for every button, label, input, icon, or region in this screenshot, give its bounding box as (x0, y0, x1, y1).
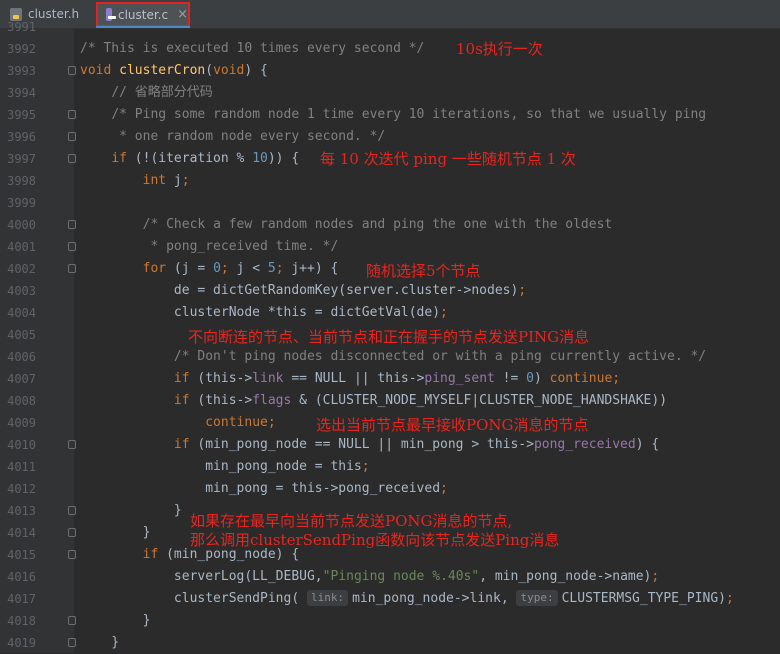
line-number[interactable]: 4011 (0, 456, 36, 478)
fold-marker-icon[interactable] (68, 506, 76, 515)
code-line[interactable]: 4012 min_pong = this->pong_received; (0, 478, 780, 500)
code-text: } (80, 525, 151, 540)
code-line[interactable]: 4007 if (this->link == NULL || this->pin… (0, 368, 780, 390)
code-line[interactable]: 3992 /* This is executed 10 times every s… (0, 38, 780, 60)
code-text: if (this->link == NULL || this->ping_sen… (173, 371, 621, 386)
code-text: if (this->flags & (CLUSTER_NODE_MYSELF|C… (173, 393, 668, 408)
annotation-send-ping: 那么调用clusterSendPing函数向该节点发送Ping消息 (190, 531, 560, 549)
code-line[interactable]: 3999 (0, 192, 780, 214)
line-number[interactable]: 4006 (0, 346, 36, 368)
code-text: void clusterCron(void) { (80, 63, 268, 78)
line-number[interactable]: 3997 (0, 148, 36, 170)
code-line[interactable]: 3994 // 省略部分代码 (0, 82, 780, 104)
annotation-if-node-exists: 如果存在最早向当前节点发送PONG消息的节点, (190, 512, 513, 530)
code-text: clusterNode *this = dictGetVal(de); (80, 305, 448, 320)
line-number[interactable]: 3998 (0, 170, 36, 192)
line-number[interactable]: 4001 (0, 236, 36, 258)
line-number[interactable]: 3995 (0, 104, 36, 126)
code-text: min_pong_node = this; (80, 459, 370, 474)
code-line[interactable]: 3998 int j; (0, 170, 780, 192)
line-number[interactable]: 4013 (0, 500, 36, 522)
line-number[interactable]: 4004 (0, 302, 36, 324)
code-text: } (80, 613, 151, 628)
fold-marker-icon[interactable] (68, 616, 76, 625)
code-text: for (j = 0; j < 5; j++) { (142, 261, 339, 276)
code-text: if (!(iteration % 10)) { (111, 151, 300, 166)
line-number[interactable]: 3996 (0, 126, 36, 148)
code-text: serverLog(LL_DEBUG,"Pinging node %.40s",… (80, 569, 660, 584)
code-line[interactable]: 3993 void clusterCron(void) { (0, 60, 780, 82)
fold-marker-icon[interactable] (68, 528, 76, 537)
line-number[interactable]: 4010 (0, 434, 36, 456)
code-line[interactable]: 4001 * pong_received time. */ (0, 236, 780, 258)
fold-marker-icon[interactable] (68, 110, 76, 119)
line-number[interactable]: 4016 (0, 566, 36, 588)
code-text: if (min_pong_node == NULL || min_pong > … (173, 437, 660, 452)
line-number[interactable]: 4009 (0, 412, 36, 434)
fold-marker-icon[interactable] (68, 638, 76, 647)
code-text: /* Don't ping nodes disconnected or with… (173, 349, 707, 364)
code-text: clusterSendPing( link: min_pong_node->lin… (80, 590, 734, 606)
fold-marker-icon[interactable] (68, 132, 76, 141)
fold-marker-icon[interactable] (68, 264, 76, 273)
line-number[interactable]: 4014 (0, 522, 36, 544)
line-number[interactable]: 4017 (0, 588, 36, 610)
code-line[interactable]: 4016 serverLog(LL_DEBUG,"Pinging node %.… (0, 566, 780, 588)
fold-marker-icon[interactable] (68, 242, 76, 251)
line-number[interactable]: 4008 (0, 390, 36, 412)
code-line[interactable]: 4010 if (min_pong_node == NULL || min_po… (0, 434, 780, 456)
annotation-pick-5-random-nodes: 随机选择5个节点 (366, 262, 481, 280)
code-text: min_pong = this->pong_received; (80, 481, 448, 496)
code-text: * pong_received time. */ (80, 239, 339, 254)
code-line[interactable]: 4006 /* Don't ping nodes disconnected or… (0, 346, 780, 368)
code-line[interactable]: 4008 if (this->flags & (CLUSTER_NODE_MYS… (0, 390, 780, 412)
code-line[interactable]: 4017 clusterSendPing( link: min_pong_node… (0, 588, 780, 610)
annotation-skip-nodes: 不向断连的节点、当前节点和正在握手的节点发送PING消息 (188, 328, 590, 346)
line-number[interactable]: 3993 (0, 60, 36, 82)
line-number[interactable]: 4007 (0, 368, 36, 390)
line-number[interactable]: 3999 (0, 192, 36, 214)
line-number[interactable]: 4015 (0, 544, 36, 566)
code-text: /* Check a few random nodes and ping the… (142, 217, 613, 232)
code-text: } (80, 503, 182, 518)
annotation-oldest-pong-node: 选出当前节点最早接收PONG消息的节点 (316, 416, 589, 434)
line-number[interactable]: 4002 (0, 258, 36, 280)
code-line[interactable]: 3996 * one random node every second. */ (0, 126, 780, 148)
line-number: 3991 (7, 20, 36, 34)
code-line[interactable]: 4004 clusterNode *this = dictGetVal(de); (0, 302, 780, 324)
fold-marker-icon[interactable] (68, 440, 76, 449)
fold-marker-icon[interactable] (68, 154, 76, 163)
code-text: * one random node every second. */ (80, 129, 386, 144)
line-number[interactable]: 4019 (0, 632, 36, 654)
code-text: // 省略部分代码 (111, 85, 213, 100)
fold-marker-icon[interactable] (68, 220, 76, 229)
code-line[interactable]: 4019 } (0, 632, 780, 654)
line-number[interactable]: 4000 (0, 214, 36, 236)
code-text: continue; (205, 415, 276, 430)
code-line[interactable]: 4000 /* Check a few random nodes and pin… (0, 214, 780, 236)
line-number[interactable]: 3992 (0, 38, 36, 60)
line-number[interactable]: 4012 (0, 478, 36, 500)
annotation-ping-every-10-iterations: 每 10 次迭代 ping 一些随机节点 1 次 (320, 150, 576, 168)
fold-marker-icon[interactable] (68, 66, 76, 75)
line-number[interactable]: 4018 (0, 610, 36, 632)
fold-marker-icon[interactable] (68, 550, 76, 559)
code-line[interactable]: 3995 /* Ping some random node 1 time eve… (0, 104, 780, 126)
partial-line: 3991 (0, 16, 780, 38)
line-number[interactable]: 4005 (0, 324, 36, 346)
code-text: } (80, 635, 120, 650)
code-text: /* Ping some random node 1 time every 10… (111, 107, 707, 122)
annotation-executed-every-10s: 10s执行一次 (456, 40, 543, 58)
code-line[interactable]: 4003 de = dictGetRandomKey(server.cluste… (0, 280, 780, 302)
code-text: int j; (142, 173, 190, 188)
code-line[interactable]: 4018 } (0, 610, 780, 632)
code-line[interactable]: 4011 min_pong_node = this; (0, 456, 780, 478)
line-number[interactable]: 3994 (0, 82, 36, 104)
code-text: de = dictGetRandomKey(server.cluster->no… (80, 283, 527, 298)
line-number[interactable]: 4003 (0, 280, 36, 302)
code-text: /* This is executed 10 times every secon… (80, 41, 425, 56)
